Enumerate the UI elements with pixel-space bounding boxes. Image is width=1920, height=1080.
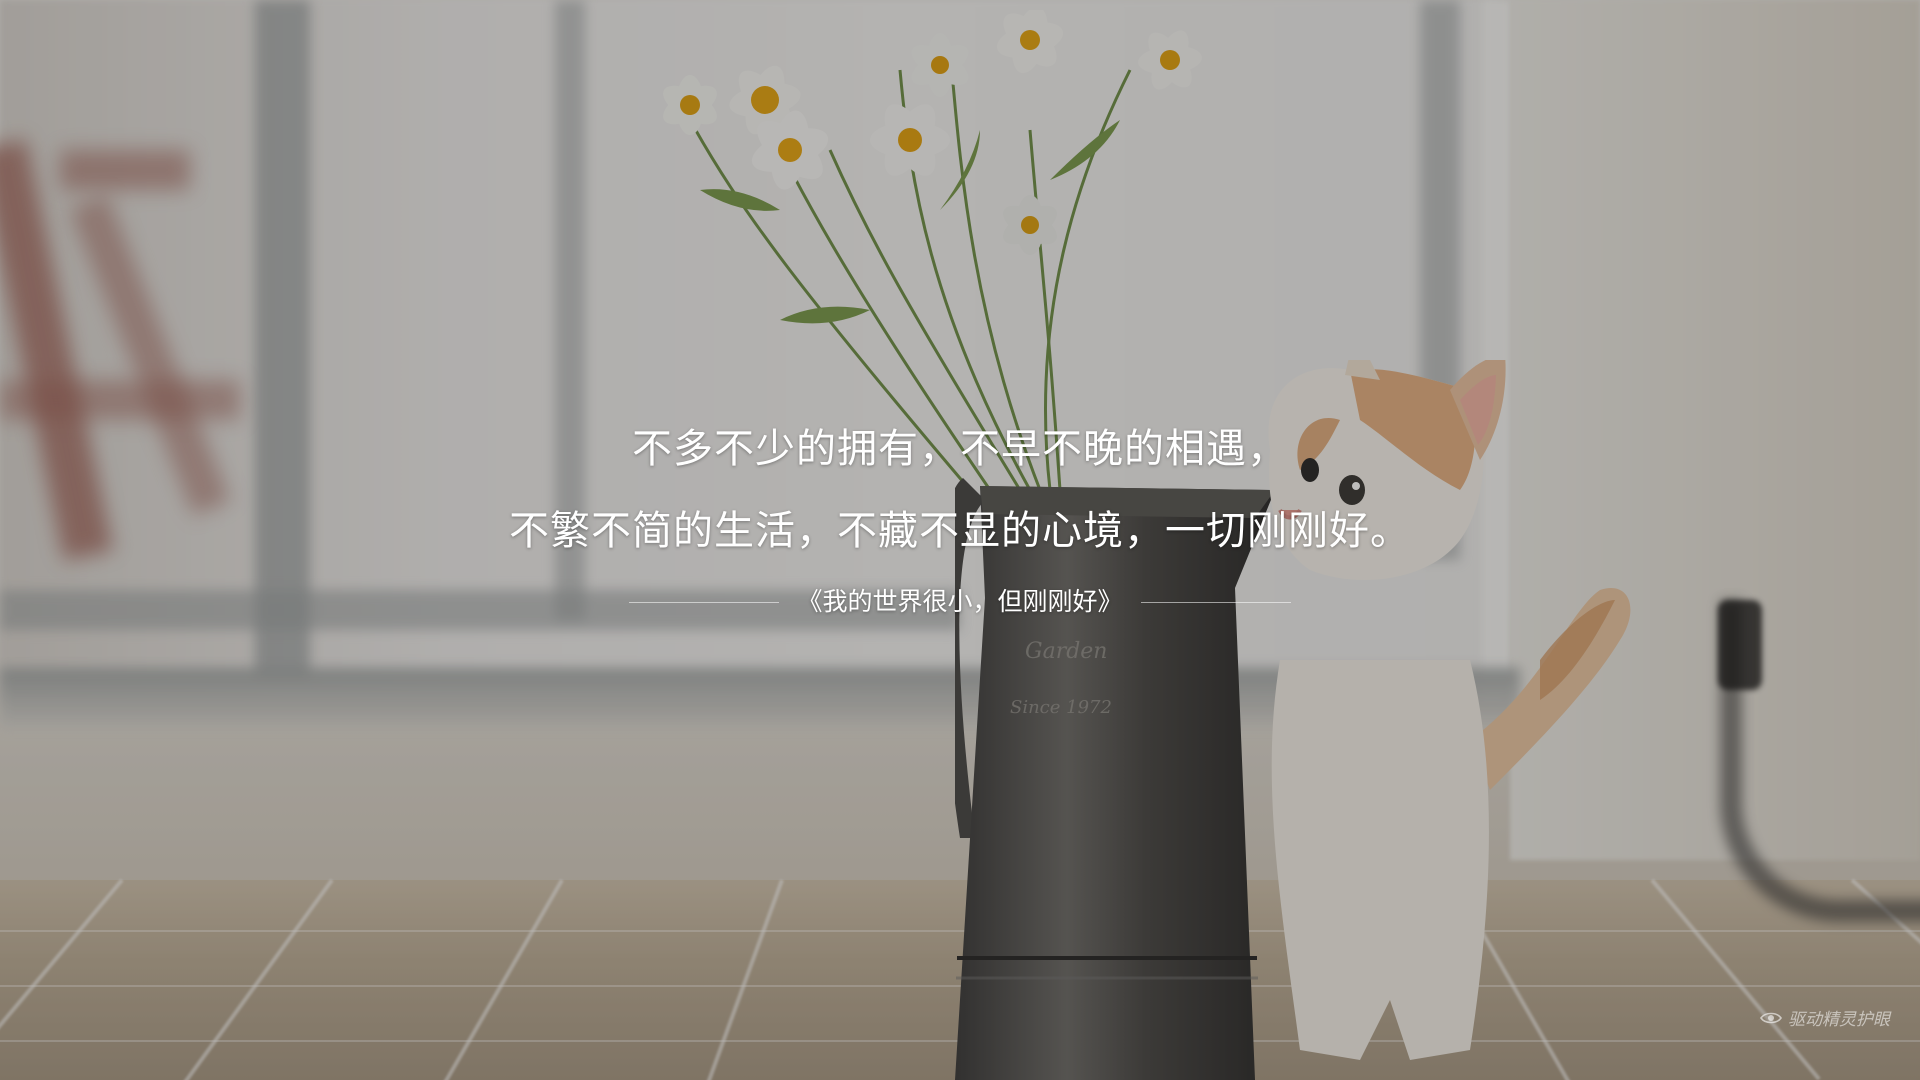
quote-line-2: 不繁不简的生活，不藏不显的心境，一切刚刚好。 [509, 508, 1411, 554]
quote-source-row: 《我的世界很小，但刚刚好》 [0, 587, 1920, 617]
eye-protection-watermark: 驱动精灵护眼 [1760, 1005, 1890, 1030]
watermark-text: 驱动精灵护眼 [1788, 1010, 1890, 1030]
divider-right [1140, 601, 1291, 603]
quote-block: 不多不少的拥有，不早不晚的相遇， 不繁不简的生活，不藏不显的心境，一切刚刚好。 … [0, 425, 1920, 617]
quote-line-1: 不多不少的拥有，不早不晚的相遇， [632, 426, 1288, 472]
wallpaper-screen[interactable]: Garden Since 1972 不多不少的拥有，不早不晚的相遇， 不繁不简的… [0, 0, 1920, 1080]
divider-left [629, 601, 780, 603]
quote-source: 《我的世界很小，但刚刚好》 [797, 587, 1123, 616]
eye-icon [1760, 1011, 1782, 1025]
